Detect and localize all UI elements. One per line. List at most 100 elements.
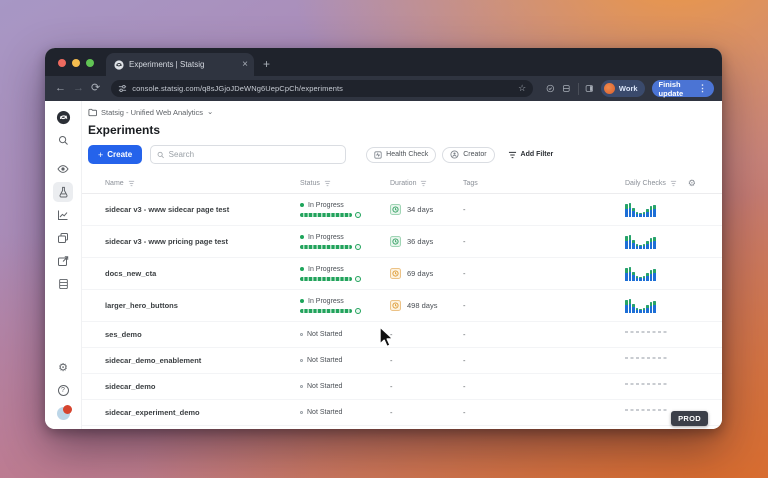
search-box[interactable] <box>150 145 347 164</box>
daily-checks-empty-dots <box>625 409 667 411</box>
breadcrumb[interactable]: Statsig - Unified Web Analytics ⌄ <box>88 106 722 119</box>
table-settings-gear-icon[interactable]: ⚙ <box>688 178 696 189</box>
bookmark-star-icon[interactable]: ☆ <box>518 83 526 94</box>
status-progress <box>300 243 390 250</box>
health-check-icon <box>374 150 382 159</box>
duration-value: - <box>390 408 393 417</box>
table-row[interactable]: docs_new_cta In Progress 69 days - <box>82 258 722 290</box>
status-dot <box>300 359 303 362</box>
zoom-window-button[interactable] <box>86 59 94 67</box>
duration-cell: 498 days <box>390 300 463 311</box>
duration-cell: 36 days <box>390 236 463 247</box>
experiment-name[interactable]: ses_demo <box>105 330 300 339</box>
add-filter-button[interactable]: Add Filter <box>500 146 561 163</box>
tags-cell: - <box>463 330 466 339</box>
search-input[interactable] <box>168 150 340 159</box>
sort-icon[interactable] <box>128 180 135 187</box>
status-cell: In Progress <box>300 298 390 314</box>
column-name[interactable]: Name <box>105 180 300 187</box>
password-check-icon[interactable] <box>546 83 555 94</box>
daily-checks-empty-dots <box>625 331 667 333</box>
experiments-flask-icon[interactable] <box>53 182 73 202</box>
help-icon[interactable]: ? <box>53 380 73 400</box>
table-body: sidecar v3 - www sidecar page test In Pr… <box>82 194 722 429</box>
status-cell: In Progress <box>300 234 390 250</box>
progress-bar <box>300 308 352 313</box>
extensions-icon[interactable] <box>562 83 571 94</box>
site-settings-icon[interactable] <box>118 84 127 93</box>
browser-tab-strip: Experiments | Statsig × + <box>45 48 722 76</box>
feature-gates-eye-icon[interactable] <box>53 159 73 179</box>
progress-target-icon <box>355 243 361 250</box>
close-window-button[interactable] <box>58 59 66 67</box>
chevron-down-icon[interactable]: ⌄ <box>207 107 213 116</box>
refresh-icon[interactable]: ⟳ <box>91 83 100 94</box>
duration-value: 498 days <box>407 301 438 310</box>
experiment-name[interactable]: sidecar_demo_enablement <box>105 356 300 365</box>
table-row[interactable]: sidecar_demo_enablement Not Started - - <box>82 348 722 374</box>
table-row[interactable]: sidecar v3 - www pricing page test In Pr… <box>82 226 722 258</box>
table-row[interactable]: ses_demo Not Started - - <box>82 322 722 348</box>
app-sidebar: ⚙ ? <box>45 101 82 429</box>
creator-filter[interactable]: Creator <box>442 146 495 163</box>
status-dot <box>300 385 303 388</box>
address-bar[interactable]: console.statsig.com/q8sJGjoJDeWNg6UepCpC… <box>111 80 534 97</box>
column-status[interactable]: Status <box>300 180 390 187</box>
table-row[interactable]: sidecar_demo Not Started - - <box>82 374 722 400</box>
browser-tab[interactable]: Experiments | Statsig × <box>106 53 254 76</box>
sort-icon[interactable] <box>420 180 427 187</box>
search-nav-icon[interactable] <box>53 130 73 150</box>
forward-icon[interactable]: → <box>73 83 84 94</box>
health-check-filter[interactable]: Health Check <box>366 146 437 163</box>
create-button[interactable]: + Create <box>88 145 143 164</box>
minimize-window-button[interactable] <box>72 59 80 67</box>
creator-person-icon <box>450 150 459 159</box>
duration-cell: 34 days <box>390 204 463 215</box>
progress-target-icon <box>355 275 361 282</box>
new-tab-button[interactable]: + <box>263 57 270 71</box>
sort-icon[interactable] <box>670 180 677 187</box>
close-tab-icon[interactable]: × <box>242 59 248 70</box>
browser-menu-icon[interactable]: ⋮ <box>698 83 707 94</box>
column-tags[interactable]: Tags <box>463 180 625 187</box>
tags-cell: - <box>463 269 466 278</box>
table-row[interactable]: larger_hero_buttons In Progress 498 days… <box>82 290 722 322</box>
workspace-name[interactable]: Statsig - Unified Web Analytics <box>101 108 203 117</box>
page-content: ⚙ ? Statsig - Unified Web Analytics ⌄ Ex… <box>45 101 722 429</box>
experiment-name[interactable]: sidecar_experiment_demo <box>105 408 300 417</box>
profile-avatar <box>603 83 615 94</box>
url-text[interactable]: console.statsig.com/q8sJGjoJDeWNg6UepCpC… <box>132 84 513 93</box>
experiment-name[interactable]: docs_new_cta <box>105 269 300 278</box>
status-cell: Not Started <box>300 357 390 364</box>
status-progress <box>300 275 390 282</box>
daily-checks-sparkline <box>625 202 656 217</box>
experiment-name[interactable]: sidecar_demo <box>105 382 300 391</box>
user-avatar[interactable] <box>53 403 73 423</box>
column-duration[interactable]: Duration <box>390 180 463 187</box>
dynamic-config-layers-icon[interactable] <box>53 228 73 248</box>
statsig-logo[interactable] <box>53 107 73 127</box>
storage-database-icon[interactable] <box>53 274 73 294</box>
finish-update-button[interactable]: Finish update ⋮ <box>651 80 715 98</box>
experiment-name[interactable]: sidecar v3 - www pricing page test <box>105 237 300 246</box>
back-icon[interactable]: ← <box>55 83 66 94</box>
pulse-export-icon[interactable] <box>53 251 73 271</box>
duration-cell: - <box>390 356 463 365</box>
plus-icon: + <box>98 149 104 160</box>
add-filter-label: Add Filter <box>520 151 554 158</box>
table-row[interactable]: sidecar v3 - www sidecar page test In Pr… <box>82 194 722 226</box>
settings-gear-icon[interactable]: ⚙ <box>53 357 73 377</box>
browser-profile-chip[interactable]: Work <box>600 80 645 97</box>
window-controls[interactable] <box>45 59 106 76</box>
metrics-chart-icon[interactable] <box>53 205 73 225</box>
experiment-name[interactable]: sidecar v3 - www sidecar page test <box>105 205 300 214</box>
column-daily-checks[interactable]: Daily Checks ⚙ <box>625 178 712 189</box>
experiment-name[interactable]: larger_hero_buttons <box>105 301 300 310</box>
table-row[interactable]: sidecar_experiment_demo Not Started - - <box>82 400 722 426</box>
sort-icon[interactable] <box>324 180 331 187</box>
experiments-main: Statsig - Unified Web Analytics ⌄ Experi… <box>82 101 722 429</box>
create-button-label: Create <box>107 150 133 159</box>
status-progress <box>300 211 390 218</box>
daily-checks-empty-dots <box>625 357 667 359</box>
side-panel-icon[interactable] <box>585 83 594 94</box>
